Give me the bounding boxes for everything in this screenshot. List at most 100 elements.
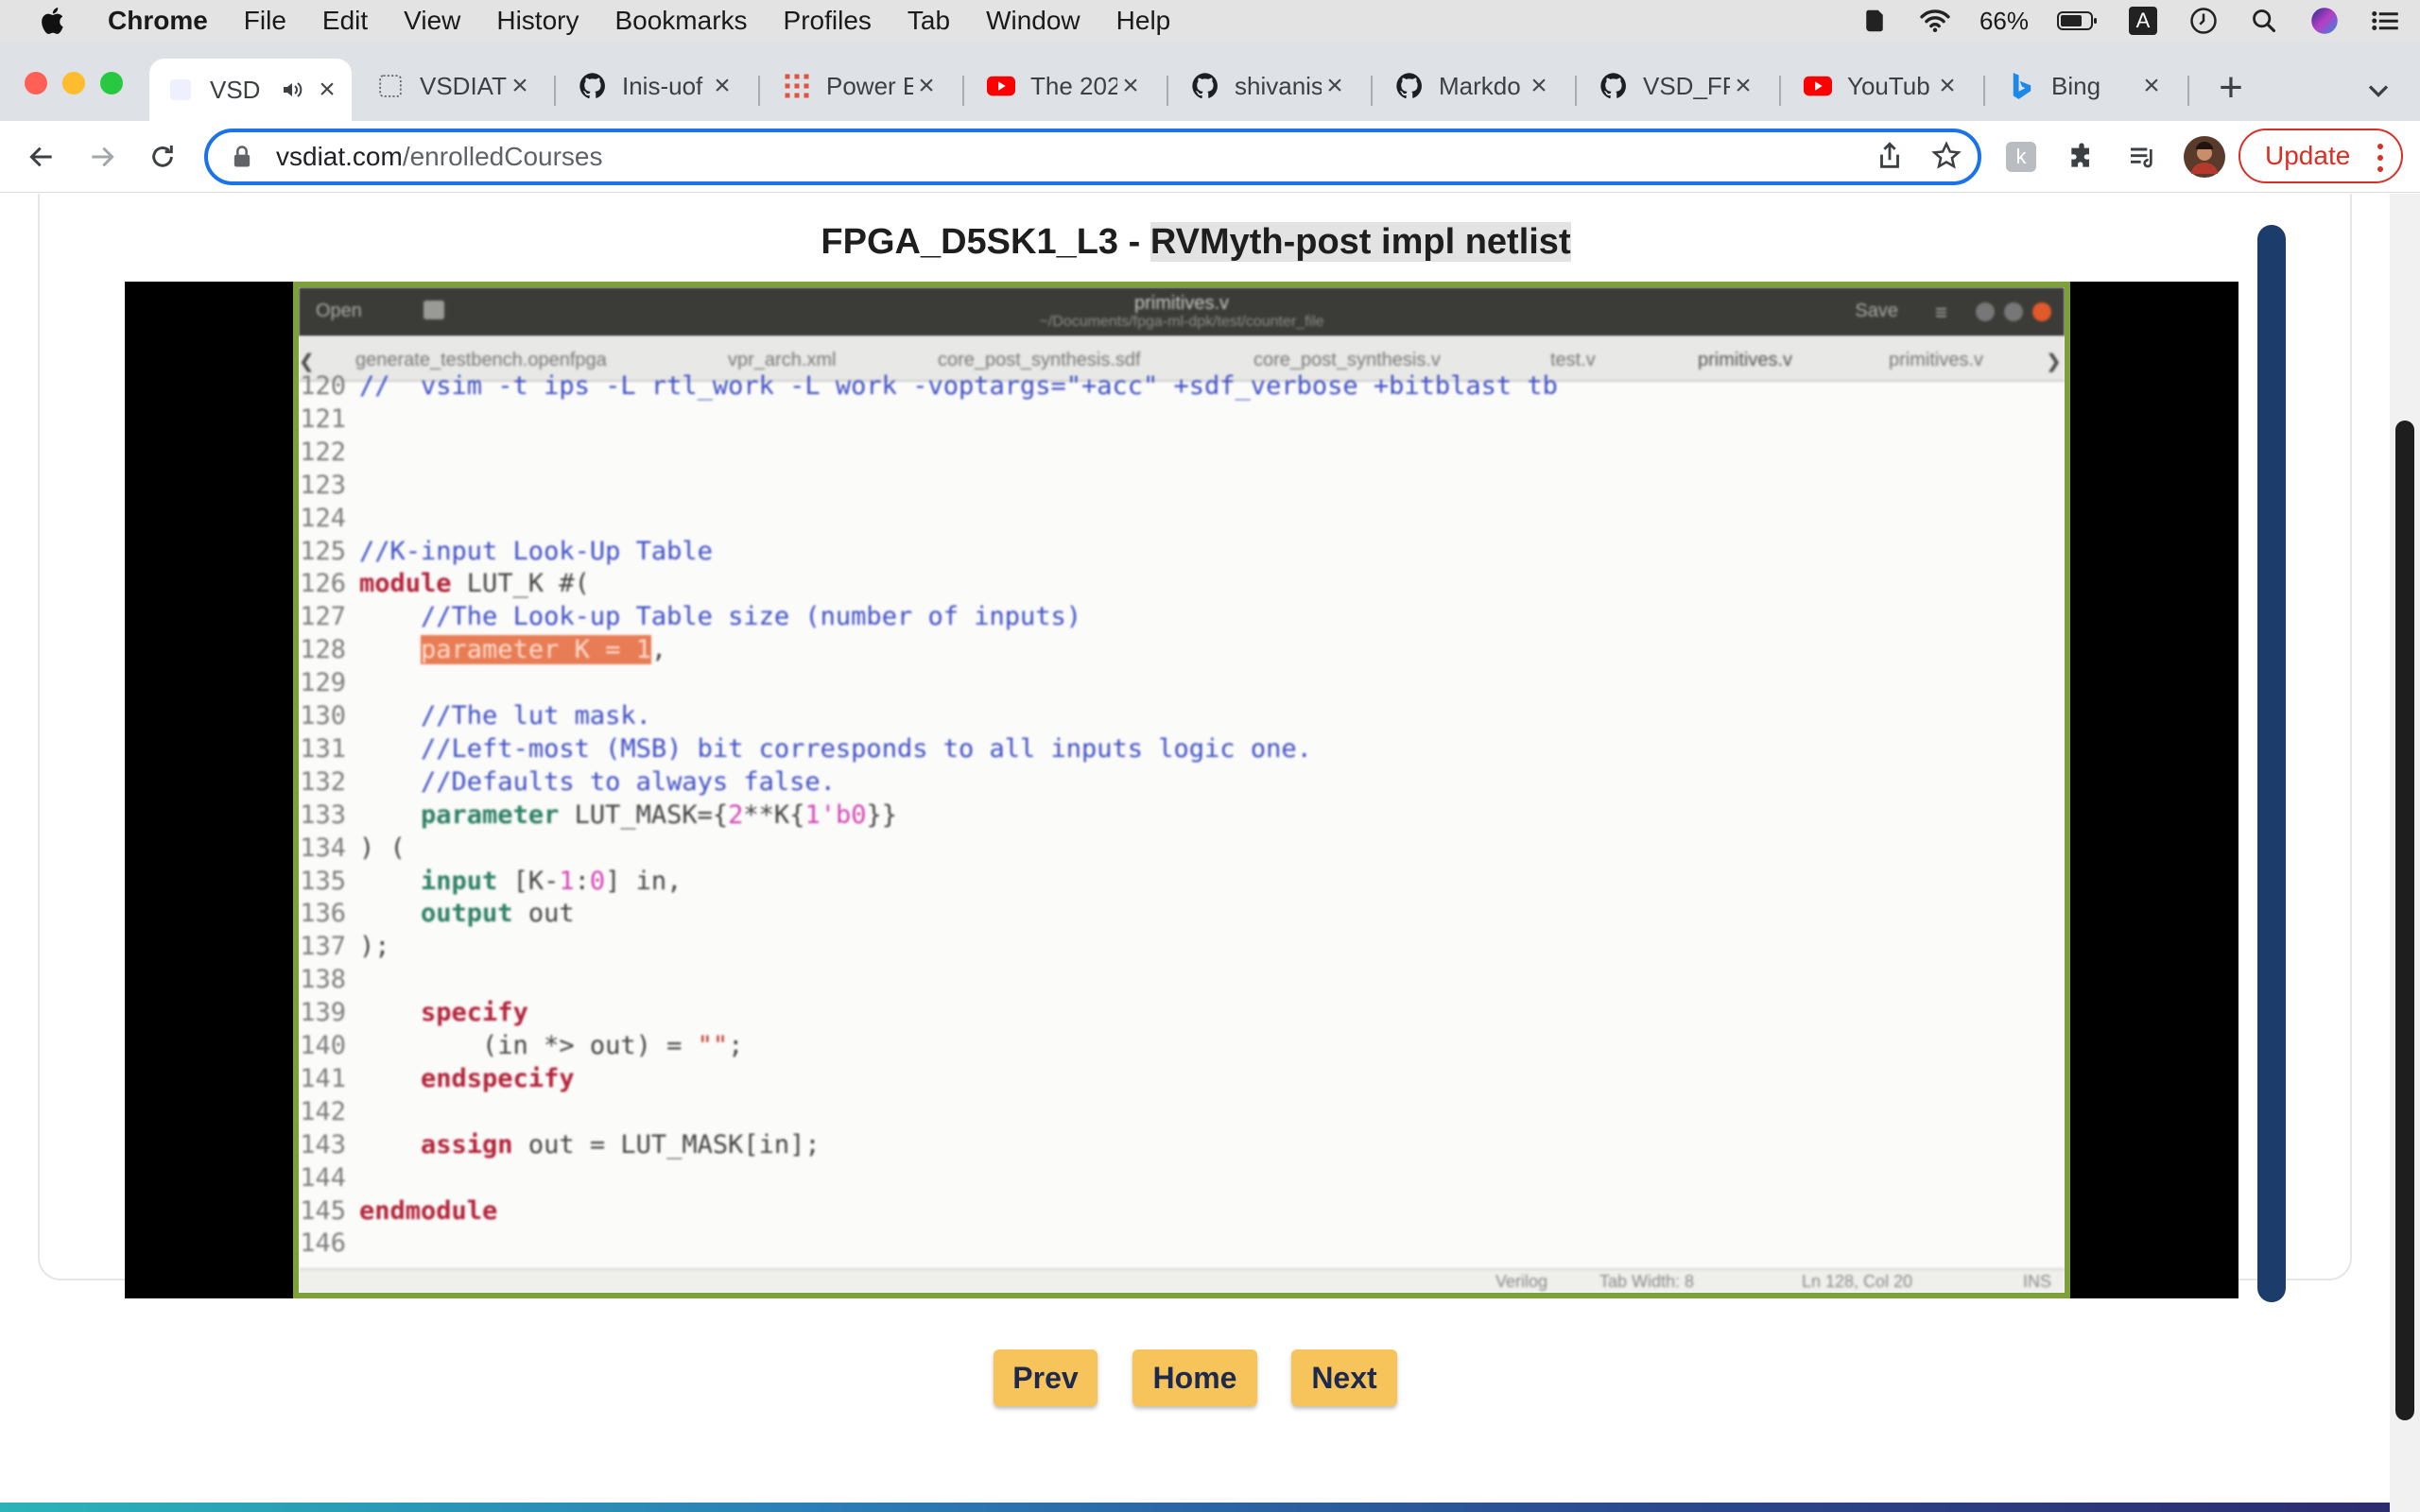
forward-arrow-icon[interactable] (83, 138, 121, 176)
tab-title: VSDIAT (420, 71, 507, 100)
tab-close-icon[interactable]: × (1526, 72, 1552, 100)
profile-avatar[interactable] (2184, 136, 2225, 178)
tab-bing[interactable]: Bing × (1991, 59, 2176, 113)
tab-close-icon[interactable]: × (1117, 72, 1144, 100)
tab-close-icon[interactable]: × (1322, 72, 1348, 100)
tab-power-e[interactable]: Power E × (766, 59, 951, 113)
tab-close-icon[interactable]: × (2138, 72, 2165, 100)
tab-close-icon[interactable]: × (1730, 72, 1756, 100)
apple-logo-icon[interactable] (38, 5, 70, 37)
tab-title: YouTub (1847, 71, 1930, 100)
tab-close-icon[interactable]: × (1934, 72, 1961, 100)
menu-file[interactable]: File (244, 6, 286, 36)
home-button[interactable]: Home (1132, 1349, 1257, 1406)
menu-window[interactable]: Window (986, 6, 1080, 36)
bookmark-star-icon[interactable] (1930, 140, 1962, 177)
code-token: 1 (559, 866, 575, 896)
code-token: assign (421, 1129, 513, 1160)
tab-inis-uof[interactable]: Inis-uof × (562, 59, 747, 113)
tab-vsd-active[interactable]: VSD × (149, 59, 352, 121)
menu-view[interactable]: View (404, 6, 460, 36)
line-number: 121 (300, 404, 346, 434)
more-menu-icon[interactable] (2377, 142, 2384, 174)
code-line: 136 output out (299, 898, 574, 930)
next-button[interactable]: Next (1291, 1349, 1397, 1406)
close-window-button[interactable] (25, 72, 47, 94)
new-tab-button[interactable]: + (2212, 67, 2250, 109)
tab-close-icon[interactable]: × (314, 76, 340, 104)
audio-playing-icon[interactable] (278, 76, 306, 104)
menu-profiles[interactable]: Profiles (784, 6, 872, 36)
github-icon (1395, 72, 1424, 100)
clock-icon[interactable] (2187, 5, 2220, 37)
menu-bookmarks[interactable]: Bookmarks (614, 6, 747, 36)
menu-help[interactable]: Help (1116, 6, 1171, 36)
editor-tab: core_post_synthesis.sdf (938, 350, 1141, 370)
reload-icon[interactable] (144, 138, 182, 176)
line-number: 139 (300, 998, 346, 1028)
puzzle-extensions-icon[interactable] (2063, 138, 2100, 176)
editor-tab-active: primitives.v (1698, 350, 1793, 370)
tab-search-chevron-icon[interactable] (2361, 74, 2395, 108)
tab-vsd-fp[interactable]: VSD_FP × (1582, 59, 1768, 113)
code-token: ); (359, 932, 390, 962)
back-arrow-icon[interactable] (23, 138, 60, 176)
line-number: 137 (300, 932, 346, 962)
line-number: 125 (300, 536, 346, 566)
browser-tab-strip: VSD × VSDIAT × Inis-uof × Power E × The … (0, 42, 2420, 121)
code-line: 141 endspecify (299, 1063, 574, 1095)
video-side-scrollbar[interactable] (2257, 225, 2286, 1302)
siri-icon[interactable] (2308, 5, 2341, 37)
line-number: 123 (300, 470, 346, 500)
lock-icon[interactable] (229, 144, 255, 170)
menu-tab[interactable]: Tab (908, 6, 950, 36)
input-source-icon[interactable]: A (2127, 5, 2159, 37)
line-number: 130 (300, 701, 346, 730)
evernote-icon[interactable] (1858, 5, 1891, 37)
video-player[interactable]: Open primitives.v ~/Documents/fpga-ml-dp… (125, 282, 2238, 1298)
page-scrollbar-thumb[interactable] (2395, 421, 2414, 1420)
code-token: specify (421, 998, 528, 1028)
chevron-right-icon: ❯ (2046, 352, 2062, 372)
tab-youtube[interactable]: YouTub × (1787, 59, 1972, 113)
code-line: 142 (299, 1096, 359, 1128)
maximize-window-button[interactable] (100, 72, 123, 94)
code-token: //Left-most (MSB) bit corresponds to all… (421, 733, 1312, 764)
menu-history[interactable]: History (496, 6, 579, 36)
code-token: , (650, 635, 667, 665)
tab-close-icon[interactable]: × (507, 72, 533, 100)
editor-minimize-icon (1976, 302, 1995, 321)
tab-vsdiat[interactable]: VSDIAT × (359, 59, 544, 113)
editor-status-bar: Verilog Tab Width: 8 Ln 128, Col 20 INS (299, 1268, 2065, 1293)
status-cursor-position: Ln 128, Col 20 (1802, 1272, 1913, 1291)
page-scrollbar[interactable] (2390, 194, 2420, 1512)
menu-app-name[interactable]: Chrome (108, 6, 208, 36)
line-number: 146 (300, 1228, 346, 1259)
wifi-icon[interactable] (1919, 5, 1951, 37)
line-number: 129 (300, 668, 346, 698)
code-line: 129 (299, 667, 359, 699)
media-control-icon[interactable] (2123, 138, 2161, 176)
tab-close-icon[interactable]: × (913, 72, 940, 100)
address-bar[interactable]: vsdiat.com/enrolledCourses (204, 129, 1981, 185)
extension-icon[interactable]: k (2002, 138, 2040, 176)
control-center-icon[interactable] (2369, 5, 2401, 37)
code-line: 121 (299, 404, 359, 436)
minimize-window-button[interactable] (62, 72, 85, 94)
battery-icon[interactable] (2057, 5, 2099, 37)
url-text[interactable]: vsdiat.com/enrolledCourses (276, 142, 603, 172)
tab-the-202[interactable]: The 202 × (970, 59, 1155, 113)
update-chrome-button[interactable]: Update (2238, 129, 2403, 183)
spotlight-search-icon[interactable] (2248, 5, 2280, 37)
prev-button[interactable]: Prev (994, 1349, 1098, 1406)
share-icon[interactable] (1874, 140, 1906, 177)
tab-shivanis[interactable]: shivanis × (1174, 59, 1359, 113)
code-line: 126 module LUT_K #( (299, 568, 590, 600)
code-token: //K-input Look-Up Table (359, 536, 713, 566)
tab-close-icon[interactable]: × (709, 72, 735, 100)
tab-markdown[interactable]: Markdo × (1378, 59, 1564, 113)
menu-edit[interactable]: Edit (322, 6, 368, 36)
